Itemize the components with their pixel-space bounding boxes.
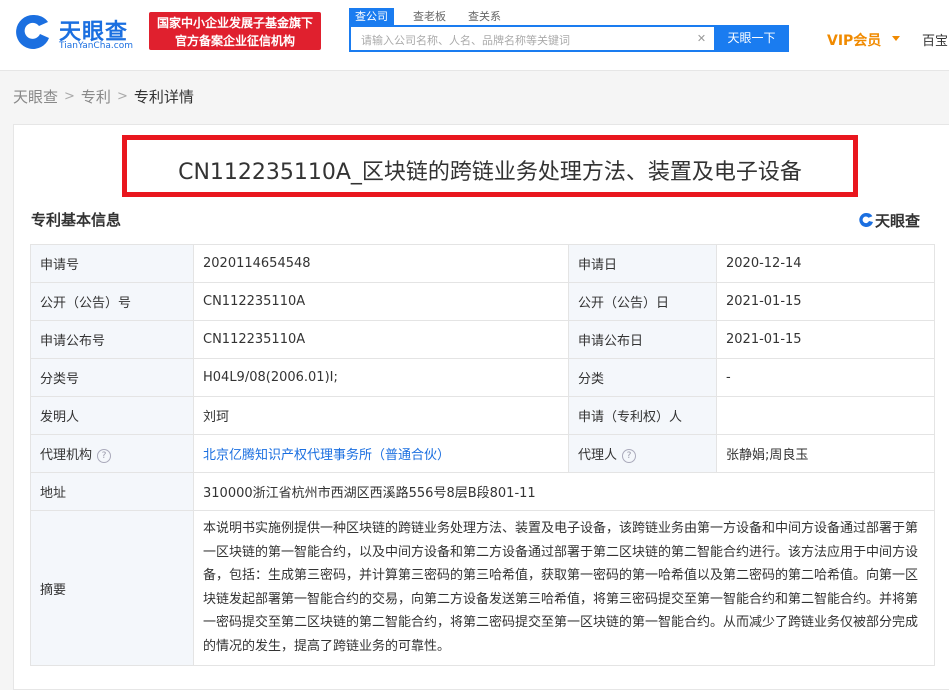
field-label: 代理人	[578, 448, 618, 463]
logo-domain: TianYanCha.com	[59, 41, 134, 51]
baishi-menu[interactable]: 百宝	[922, 30, 948, 49]
field-label: 公开（公告）日	[568, 282, 717, 321]
field-label: 摘要	[30, 510, 194, 666]
field-label: 公开（公告）号	[30, 282, 194, 321]
field-label: 代理机构	[40, 448, 93, 463]
table-row: 公开（公告）号 CN112235110A 公开（公告）日 2021-01-15	[30, 282, 935, 321]
abstract-text: 本说明书实施例提供一种区块链的跨链业务处理方法、装置及电子设备，该跨链业务由第一…	[193, 510, 935, 666]
patent-info-table: 申请号 2020114654548 申请日 2020-12-14 公开（公告）号…	[30, 244, 935, 666]
inventor: 刘珂	[193, 396, 569, 435]
agency-link[interactable]: 北京亿腾知识产权代理事务所（普通合伙）	[193, 434, 569, 473]
badge-line-2: 官方备案企业征信机构	[174, 34, 295, 48]
chevron-right-icon: >	[64, 88, 75, 104]
page-title: CN112235110A_区块链的跨链业务处理方法、装置及电子设备	[178, 160, 802, 185]
publication-date: 2021-01-15	[716, 282, 935, 321]
search-button[interactable]: 天眼一下	[714, 25, 789, 52]
brand-mark-text: 天眼查	[875, 212, 921, 230]
field-label: 申请号	[30, 244, 194, 283]
application-publication-date: 2021-01-15	[716, 320, 935, 359]
field-label-with-help: 代理机构?	[30, 434, 194, 473]
field-label: 申请公布日	[568, 320, 717, 359]
search-input[interactable]	[359, 29, 693, 51]
application-publication-number: CN112235110A	[193, 320, 569, 359]
breadcrumb-home[interactable]: 天眼查	[13, 87, 58, 107]
table-row: 发明人 刘珂 申请（专利权）人	[30, 396, 935, 435]
chevron-right-icon: >	[116, 88, 128, 104]
tianyancha-logo-icon	[16, 14, 49, 49]
breadcrumb: 天眼查 > 专利 > 专利详情	[13, 86, 194, 106]
application-date: 2020-12-14	[716, 244, 935, 283]
breadcrumb-patent[interactable]: 专利	[81, 87, 111, 107]
top-header: 天眼查 TianYanCha.com 国家中小企业发展子基金旗下 官方备案企业征…	[0, 0, 949, 71]
tianyancha-logo-icon	[859, 212, 873, 227]
site-logo[interactable]: 天眼查 TianYanCha.com	[13, 12, 141, 56]
tab-company-search[interactable]: 查公司	[349, 8, 394, 25]
brand-watermark: 天眼查	[858, 210, 934, 230]
application-number: 2020114654548	[193, 244, 569, 283]
field-label: 发明人	[30, 396, 194, 435]
breadcrumb-current: 专利详情	[133, 87, 194, 106]
field-label: 分类号	[30, 358, 194, 397]
field-label-with-help: 代理人?	[568, 434, 717, 473]
table-row: 申请号 2020114654548 申请日 2020-12-14	[30, 244, 935, 283]
official-badge: 国家中小企业发展子基金旗下 官方备案企业征信机构	[149, 12, 321, 50]
chevron-down-icon[interactable]	[892, 36, 900, 41]
table-row: 摘要 本说明书实施例提供一种区块链的跨链业务处理方法、装置及电子设备，该跨链业务…	[30, 510, 935, 666]
vip-menu[interactable]: VIP会员	[827, 30, 881, 50]
title-highlight-box: CN112235110A_区块链的跨链业务处理方法、装置及电子设备	[122, 135, 858, 197]
applicant	[716, 396, 935, 435]
question-mark-icon[interactable]: ?	[97, 448, 112, 463]
table-row: 分类号 H04L9/08(2006.01)I; 分类 -	[30, 358, 935, 397]
table-row: 地址 310000浙江省杭州市西湖区西溪路556号8层B段801-11	[30, 472, 935, 511]
publication-number: CN112235110A	[193, 282, 569, 321]
badge-line-1: 国家中小企业发展子基金旗下	[156, 16, 313, 30]
search-box: ✕	[349, 25, 714, 52]
address-value: 310000浙江省杭州市西湖区西溪路556号8层B段801-11	[193, 472, 935, 511]
clear-icon[interactable]: ✕	[695, 32, 708, 45]
table-row: 代理机构? 北京亿腾知识产权代理事务所（普通合伙） 代理人? 张静娟;周良玉	[30, 434, 935, 473]
tab-boss-search[interactable]: 查老板	[407, 8, 452, 25]
table-row: 申请公布号 CN112235110A 申请公布日 2021-01-15	[30, 320, 935, 359]
field-label: 申请日	[568, 244, 717, 283]
field-label: 申请（专利权）人	[568, 396, 717, 435]
classification-number: H04L9/08(2006.01)I;	[193, 358, 569, 397]
classification: -	[716, 358, 935, 397]
tab-relation-search[interactable]: 查关系	[462, 8, 507, 25]
field-label: 地址	[30, 472, 194, 511]
agents: 张静娟;周良玉	[716, 434, 935, 473]
question-mark-icon[interactable]: ?	[622, 448, 637, 463]
field-label: 申请公布号	[30, 320, 194, 359]
section-title: 专利基本信息	[31, 211, 122, 229]
field-label: 分类	[568, 358, 717, 397]
